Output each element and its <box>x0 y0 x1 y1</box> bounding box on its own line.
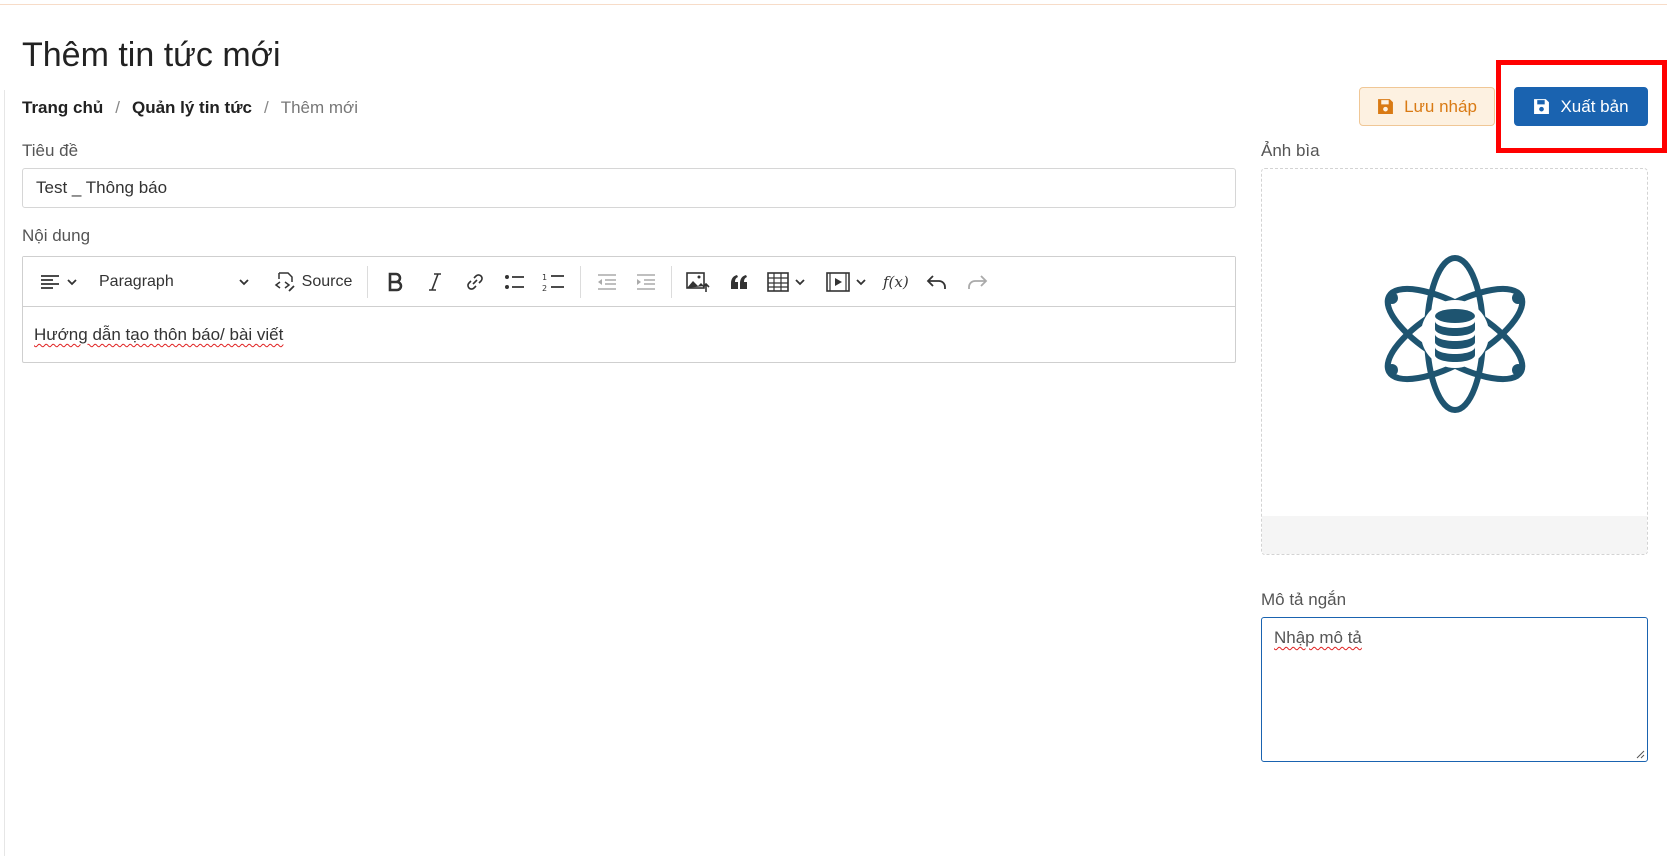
toolbar-separator <box>367 266 368 298</box>
alignment-dropdown[interactable] <box>35 257 83 307</box>
svg-text:2: 2 <box>542 284 547 293</box>
breadcrumb-current: Thêm mới <box>280 98 358 117</box>
summary-placeholder: Nhập mô tả <box>1274 628 1362 647</box>
cover-image-label: Ảnh bìa <box>1261 141 1320 160</box>
cover-image-footer <box>1262 516 1647 554</box>
chevron-down-icon <box>795 279 805 286</box>
rich-text-editor: Paragraph Source 12 f(x) Hướng dẫn tạo t… <box>22 256 1236 363</box>
chevron-down-icon <box>67 279 77 286</box>
source-button[interactable]: Source <box>271 257 355 307</box>
summary-label: Mô tả ngắn <box>1261 590 1347 609</box>
summary-textarea[interactable]: Nhập mô tả <box>1261 617 1648 762</box>
svg-text:f(x): f(x) <box>882 273 909 291</box>
chevron-down-icon <box>239 279 249 286</box>
table-icon <box>767 272 789 292</box>
indent-button[interactable] <box>630 257 662 307</box>
breadcrumb: Trang chủ / Quản lý tin tức / Thêm mới <box>22 98 358 118</box>
chevron-down-icon <box>856 279 866 286</box>
title-input[interactable]: Test _ Thông báo <box>22 168 1236 208</box>
title-label: Tiêu đề <box>22 141 79 160</box>
bold-icon <box>388 272 403 292</box>
media-embed-dropdown[interactable] <box>823 257 871 307</box>
blockquote-icon <box>731 275 747 289</box>
cover-image-dropzone[interactable] <box>1261 168 1648 555</box>
save-draft-button[interactable]: Lưu nháp <box>1359 87 1495 126</box>
undo-button[interactable] <box>921 257 953 307</box>
bold-button[interactable] <box>379 257 411 307</box>
breadcrumb-news-management[interactable]: Quản lý tin tức <box>132 98 252 118</box>
source-icon <box>274 272 295 292</box>
redo-icon <box>968 275 988 289</box>
italic-button[interactable] <box>419 257 451 307</box>
indent-icon <box>637 274 655 290</box>
save-draft-label: Lưu nháp <box>1404 96 1477 116</box>
math-formula-icon: f(x) <box>882 273 909 291</box>
paragraph-dropdown[interactable]: Paragraph <box>95 257 255 307</box>
toolbar-separator <box>580 266 581 298</box>
breadcrumb-separator: / <box>263 98 269 117</box>
editor-toolbar: Paragraph Source 12 f(x) <box>23 257 1235 307</box>
media-embed-icon <box>826 272 850 292</box>
publish-button[interactable]: Xuất bản <box>1514 87 1648 126</box>
italic-icon <box>429 273 441 291</box>
editor-text: Hướng dẫn tạo thôn báo/ bài viết <box>34 325 284 344</box>
save-icon <box>1534 99 1550 114</box>
image-upload-button[interactable] <box>681 257 715 307</box>
bullet-list-button[interactable] <box>499 257 531 307</box>
page-title: Thêm tin tức mới <box>22 36 281 74</box>
numbered-list-icon: 12 <box>542 273 564 293</box>
image-upload-icon <box>686 272 710 292</box>
link-icon <box>467 274 483 290</box>
bullet-list-icon <box>505 275 524 289</box>
undo-icon <box>926 275 946 289</box>
blockquote-button[interactable] <box>723 257 755 307</box>
numbered-list-button[interactable]: 12 <box>537 257 571 307</box>
top-strip <box>0 0 1667 5</box>
editor-content-area[interactable]: Hướng dẫn tạo thôn báo/ bài viết <box>23 307 1235 363</box>
outdent-button[interactable] <box>591 257 623 307</box>
toolbar-separator <box>671 266 672 298</box>
outdent-icon <box>598 274 616 290</box>
redo-button[interactable] <box>961 257 993 307</box>
breadcrumb-separator: / <box>115 98 120 117</box>
table-dropdown[interactable] <box>763 257 811 307</box>
math-formula-button[interactable]: f(x) <box>879 257 915 307</box>
atom-database-icon <box>1384 255 1526 413</box>
resize-handle-icon[interactable] <box>1635 749 1645 759</box>
save-icon <box>1378 99 1394 114</box>
left-divider <box>4 90 5 856</box>
content-label: Nội dung <box>22 226 91 245</box>
publish-label: Xuất bản <box>1560 96 1629 116</box>
svg-text:1: 1 <box>542 273 547 282</box>
breadcrumb-home[interactable]: Trang chủ <box>22 98 103 118</box>
align-left-icon <box>41 275 59 289</box>
link-button[interactable] <box>459 257 491 307</box>
source-label: Source <box>301 273 353 290</box>
paragraph-label: Paragraph <box>99 273 174 290</box>
